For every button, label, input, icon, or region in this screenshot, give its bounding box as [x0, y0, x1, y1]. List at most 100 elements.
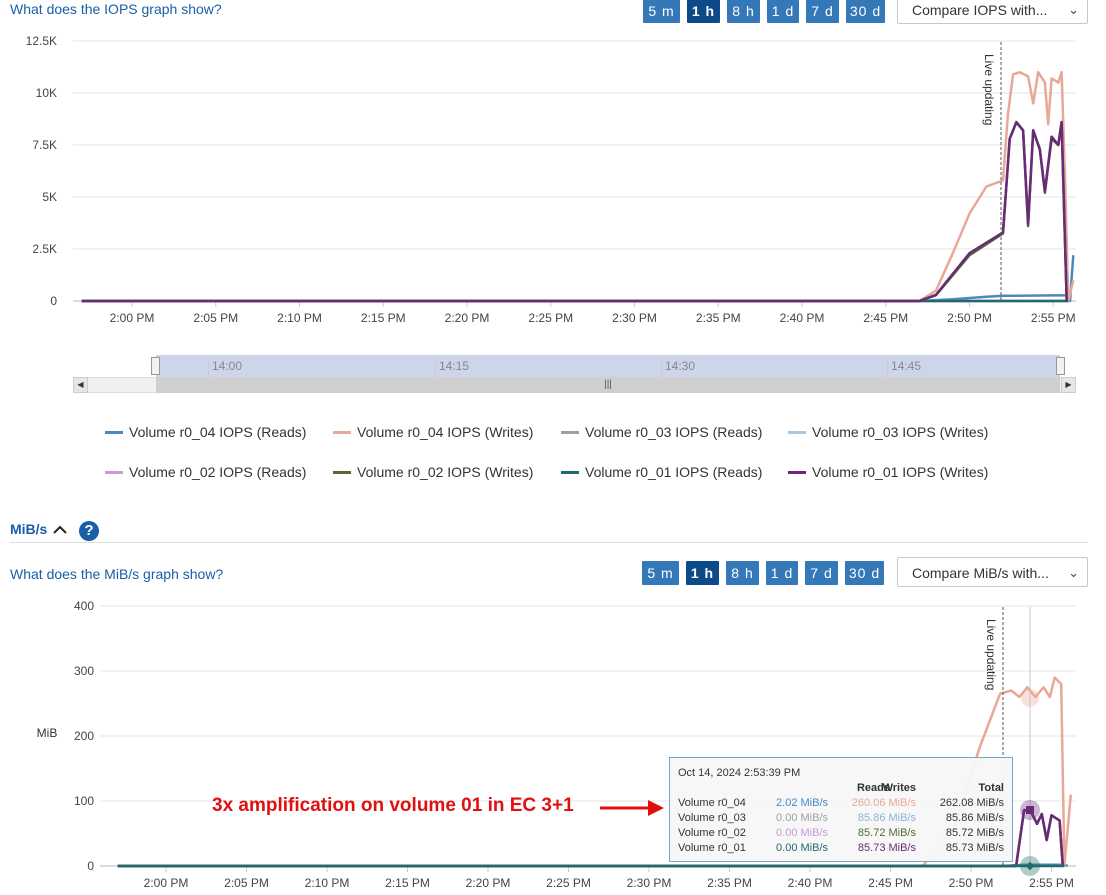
- tooltip-reads: 0.00 MiB/s: [776, 812, 828, 824]
- mibs-compare-select[interactable]: Compare MiB/s with... ⌄: [897, 557, 1088, 587]
- mibs-y-tick-label: 100: [74, 794, 94, 808]
- scrollbar-thumb[interactable]: |||: [156, 377, 1060, 393]
- navigator-left-handle[interactable]: [151, 357, 160, 375]
- iops-range-8h-button[interactable]: 8 h: [727, 0, 760, 23]
- legend-item[interactable]: Volume r0_02 IOPS (Writes): [333, 464, 533, 480]
- tooltip-volume: Volume r0_01: [678, 842, 746, 854]
- annotation-arrow-icon: [600, 800, 664, 816]
- legend-item[interactable]: Volume r0_03 IOPS (Writes): [788, 424, 988, 440]
- iops-range-7d-button[interactable]: 7 d: [806, 0, 839, 23]
- navigator-tick: 14:45: [887, 359, 921, 377]
- amplification-annotation: 3x amplification on volume 01 in EC 3+1: [212, 795, 574, 816]
- scroll-right-icon[interactable]: ▶: [1061, 377, 1076, 393]
- mibs-y-tick-label: 400: [74, 599, 94, 613]
- hover-marker: [1021, 689, 1039, 707]
- mibs-x-tick-label: 2:35 PM: [707, 876, 752, 890]
- mibs-range-8h-button[interactable]: 8 h: [726, 561, 759, 585]
- navigator-tick: 14:30: [661, 359, 695, 377]
- mibs-range-1h-button[interactable]: 1 h: [686, 561, 719, 585]
- legend-item[interactable]: Volume r0_01 IOPS (Writes): [788, 464, 988, 480]
- help-icon[interactable]: ?: [79, 521, 99, 541]
- scroll-left-icon[interactable]: ◀: [73, 377, 88, 393]
- iops-range-selector: 5 m 1 h 8 h 1 d 7 d 30 d: [643, 0, 885, 23]
- tooltip-total: 262.08 MiB/s: [939, 797, 1004, 809]
- iops-range-1d-button[interactable]: 1 d: [767, 0, 799, 23]
- legend-label: Volume r0_03 IOPS (Reads): [585, 424, 763, 440]
- mibs-y-tick-label: 0: [87, 859, 94, 873]
- legend-swatch: [561, 430, 579, 434]
- mibs-range-selector: 5 m 1 h 8 h 1 d 7 d 30 d: [642, 561, 884, 585]
- tooltip-total: 85.86 MiB/s: [945, 812, 1004, 824]
- iops-chart[interactable]: 0 2.5K 5K 7.5K 10K 12.5K 2:00 PM 2:05 PM 2:10 P…: [0, 30, 1106, 330]
- tooltip-writes: 85.72 MiB/s: [857, 827, 916, 839]
- legend-swatch: [105, 470, 123, 474]
- tooltip-volume: Volume r0_03: [678, 812, 746, 824]
- mibs-x-tick-label: 2:30 PM: [627, 876, 672, 890]
- iops-x-tick-label: 2:25 PM: [528, 311, 573, 325]
- mibs-live-label: Live updating: [984, 619, 998, 690]
- tooltip-volume: Volume r0_04: [678, 797, 746, 809]
- legend-item[interactable]: Volume r0_01 IOPS (Reads): [561, 464, 762, 480]
- iops-series-line: [81, 120, 1068, 303]
- mibs-x-tick-label: 2:10 PM: [305, 876, 350, 890]
- legend-item[interactable]: Volume r0_04 IOPS (Writes): [333, 424, 533, 440]
- mibs-range-1d-button[interactable]: 1 d: [766, 561, 798, 585]
- mibs-y-axis-title: MiB: [37, 726, 58, 740]
- tooltip-total: 85.73 MiB/s: [945, 842, 1004, 854]
- iops-range-1h-button[interactable]: 1 h: [687, 0, 720, 23]
- mibs-section-toggle[interactable]: MiB/s: [10, 521, 67, 537]
- iops-x-tick-label: 2:05 PM: [193, 311, 238, 325]
- iops-x-tick-label: 2:50 PM: [947, 311, 992, 325]
- iops-y-tick-label: 10K: [36, 86, 57, 100]
- navigator-selection[interactable]: [156, 355, 1060, 377]
- mibs-x-tick-label: 2:20 PM: [466, 876, 511, 890]
- iops-navigator[interactable]: 14:00 14:15 14:30 14:45 ◀ ||| ▶: [73, 355, 1076, 395]
- tooltip-timestamp: Oct 14, 2024 2:53:39 PM: [678, 767, 801, 779]
- legend-label: Volume r0_04 IOPS (Writes): [357, 424, 534, 440]
- legend-label: Volume r0_04 IOPS (Reads): [129, 424, 307, 440]
- iops-y-tick-label: 7.5K: [32, 138, 57, 152]
- iops-y-tick-label: 2.5K: [32, 242, 57, 256]
- iops-range-30d-button[interactable]: 30 d: [846, 0, 885, 23]
- tooltip-total: 85.72 MiB/s: [945, 827, 1004, 839]
- tooltip-reads: 0.00 MiB/s: [776, 827, 828, 839]
- mibs-range-5m-button[interactable]: 5 m: [642, 561, 679, 585]
- tooltip-header-total: Total: [978, 782, 1004, 794]
- mibs-x-tick-label: 2:00 PM: [144, 876, 189, 890]
- legend-item[interactable]: Volume r0_02 IOPS (Reads): [105, 464, 306, 480]
- legend-swatch: [561, 470, 579, 474]
- iops-y-tick-label: 12.5K: [26, 34, 57, 48]
- iops-x-tick-label: 2:20 PM: [445, 311, 490, 325]
- legend-item[interactable]: Volume r0_03 IOPS (Reads): [561, 424, 762, 440]
- iops-x-tick-label: 2:55 PM: [1031, 311, 1076, 325]
- mibs-x-tick-label: 2:25 PM: [546, 876, 591, 890]
- iops-y-tick-label: 5K: [42, 190, 57, 204]
- legend-swatch: [105, 430, 123, 434]
- tooltip-writes: 85.86 MiB/s: [857, 812, 916, 824]
- mibs-y-tick-label: 200: [74, 729, 94, 743]
- legend-label: Volume r0_02 IOPS (Writes): [357, 464, 534, 480]
- legend-label: Volume r0_01 IOPS (Reads): [585, 464, 763, 480]
- iops-help-link[interactable]: What does the IOPS graph show?: [10, 1, 222, 17]
- navigator-right-handle[interactable]: [1056, 357, 1065, 375]
- mibs-help-link[interactable]: What does the MiB/s graph show?: [10, 566, 223, 582]
- iops-y-tick-label: 0: [50, 294, 57, 308]
- navigator-tick: 14:00: [208, 359, 242, 377]
- legend-swatch: [333, 470, 351, 474]
- legend-swatch: [333, 430, 351, 434]
- mibs-compare-label: Compare MiB/s with...: [912, 565, 1049, 581]
- iops-compare-select[interactable]: Compare IOPS with... ⌄: [897, 0, 1088, 24]
- iops-x-tick-label: 2:30 PM: [612, 311, 657, 325]
- mibs-range-7d-button[interactable]: 7 d: [805, 561, 838, 585]
- legend-label: Volume r0_01 IOPS (Writes): [812, 464, 989, 480]
- mibs-x-tick-label: 2:45 PM: [868, 876, 913, 890]
- iops-compare-label: Compare IOPS with...: [912, 2, 1048, 18]
- iops-range-5m-button[interactable]: 5 m: [643, 0, 680, 23]
- iops-series-line: [81, 255, 1075, 303]
- mibs-y-tick-label: 300: [74, 664, 94, 678]
- mibs-range-30d-button[interactable]: 30 d: [845, 561, 884, 585]
- mibs-x-tick-label: 2:50 PM: [949, 876, 994, 890]
- tooltip-writes: 85.73 MiB/s: [857, 842, 916, 854]
- legend-item[interactable]: Volume r0_04 IOPS (Reads): [105, 424, 306, 440]
- tooltip-header-writes: Writes: [882, 782, 916, 794]
